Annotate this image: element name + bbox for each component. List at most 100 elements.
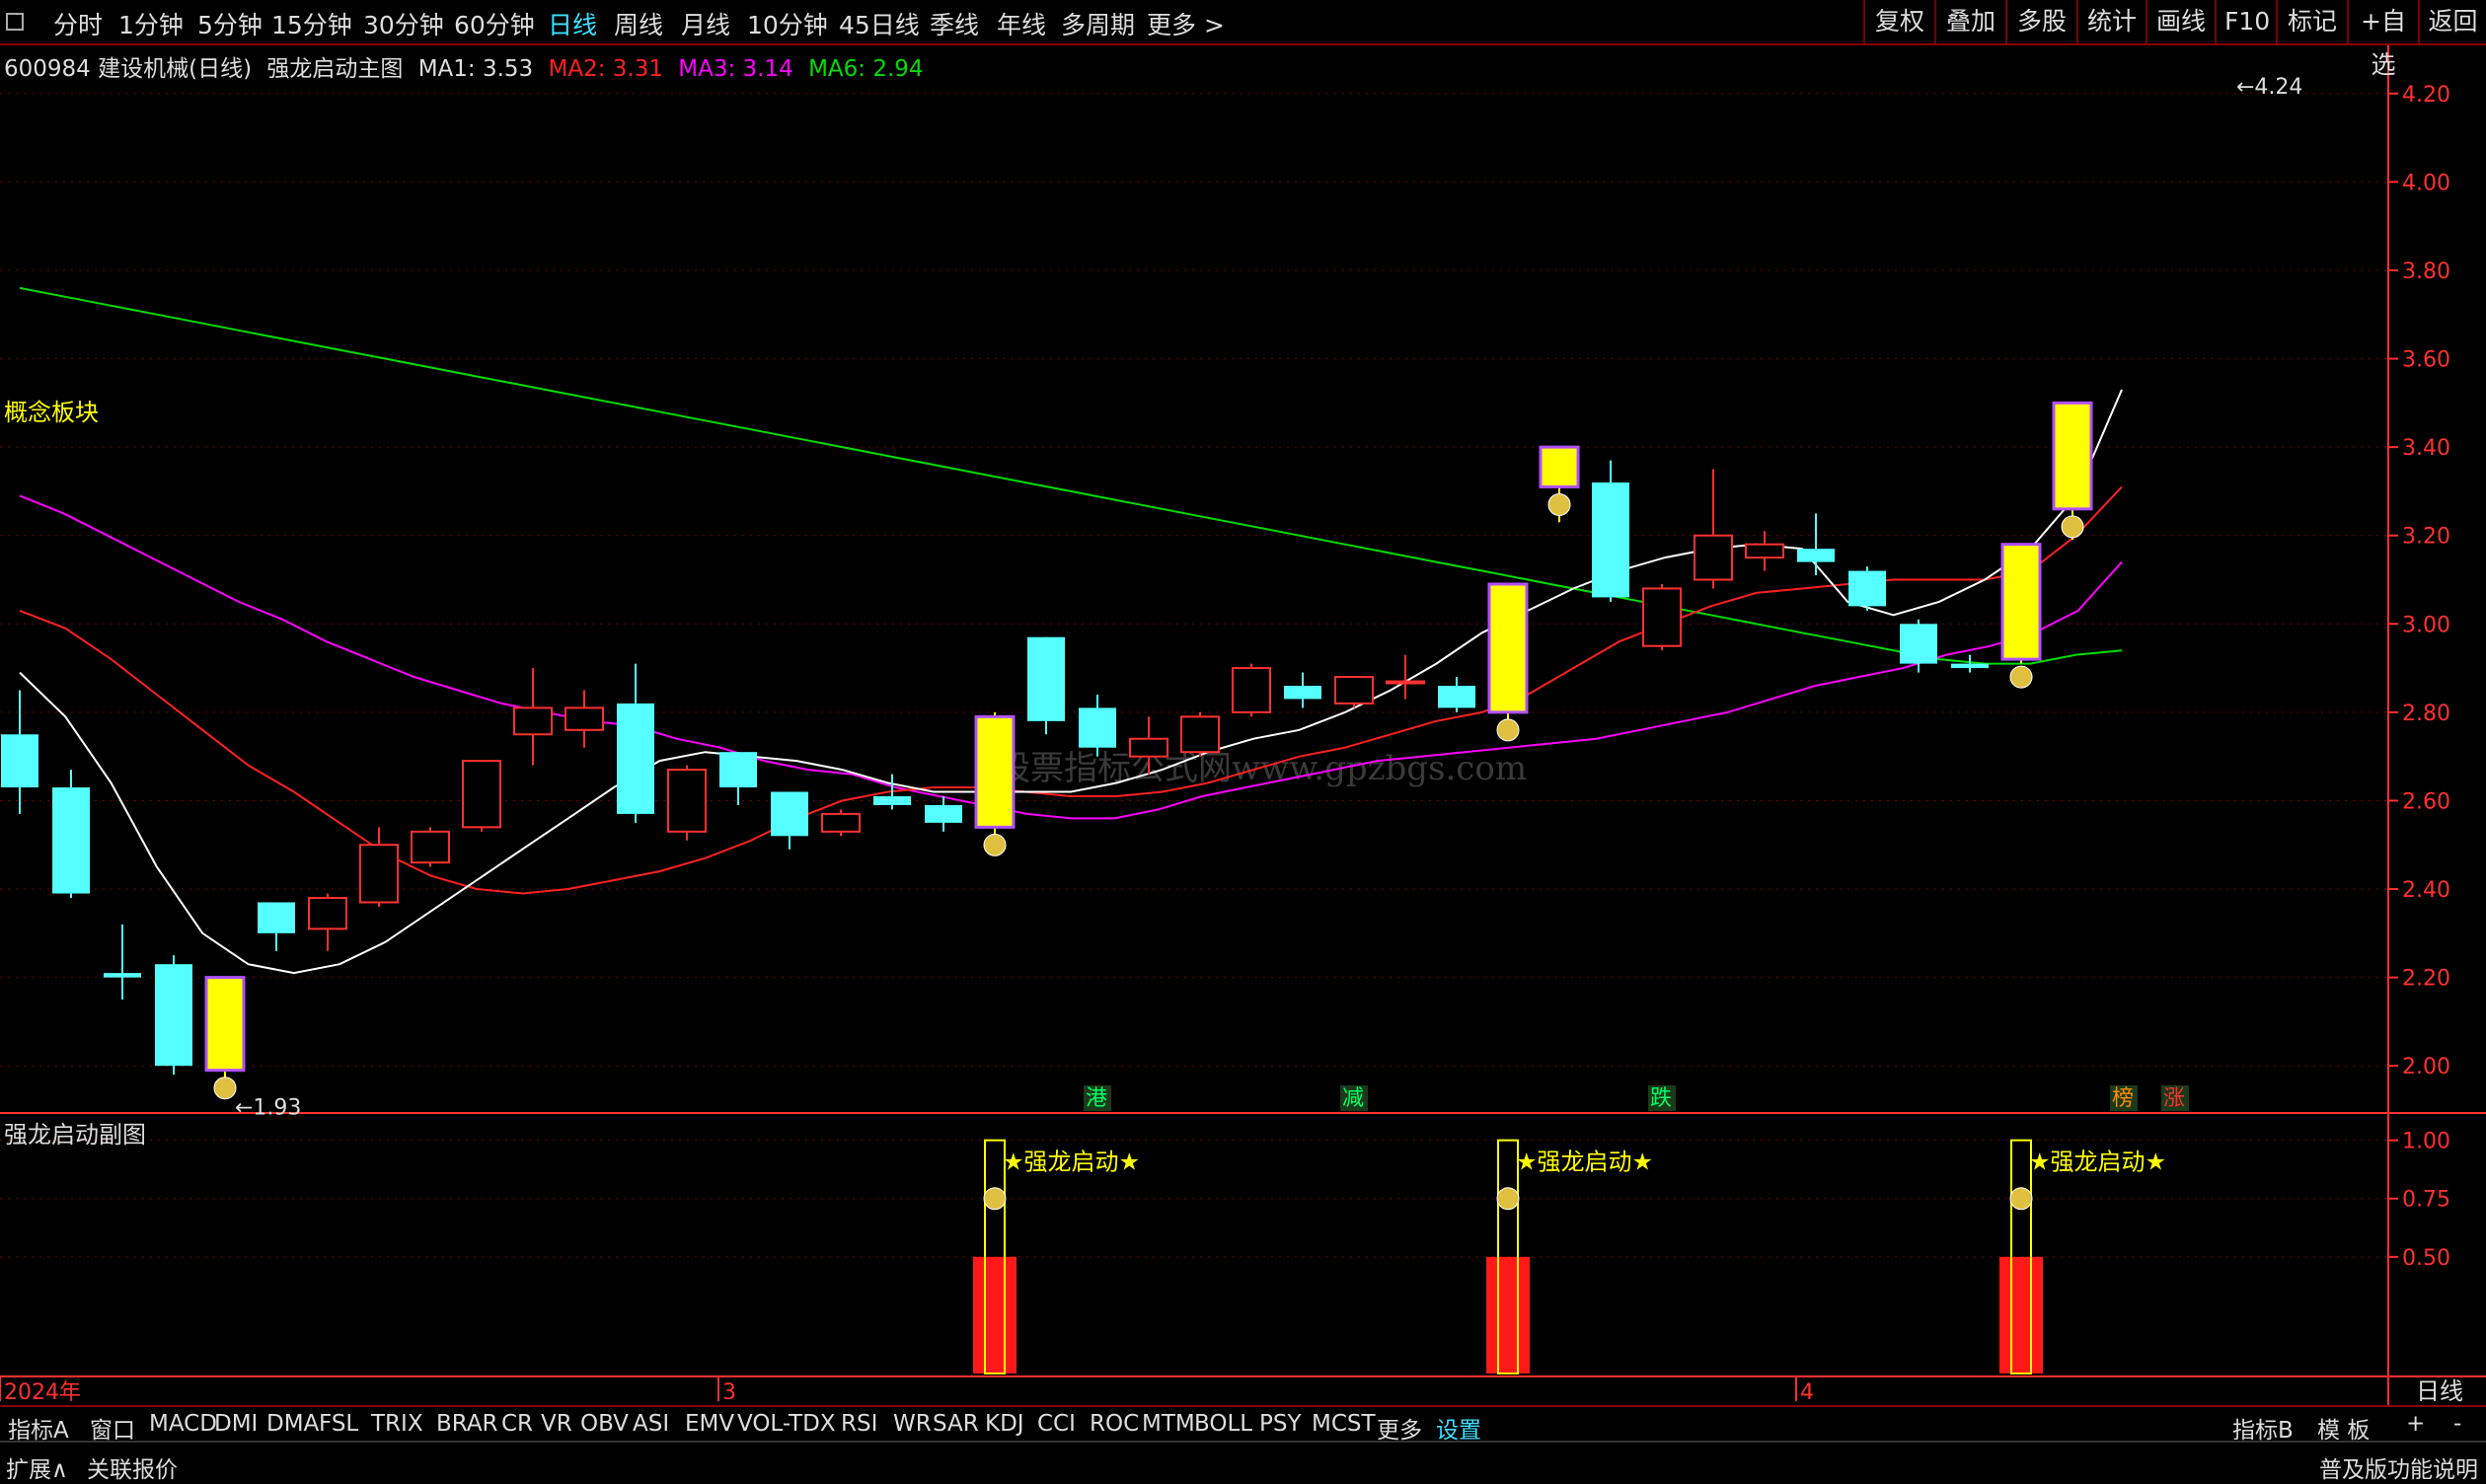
candle-body-16: [821, 812, 861, 833]
bottom-right-btn-0[interactable]: 指标B: [2232, 1411, 2294, 1445]
toolbar-btn-2[interactable]: 多股: [2005, 0, 2076, 43]
money-bag-icon-29: [1496, 718, 1520, 742]
period-8[interactable]: 月线: [681, 6, 730, 41]
sub-money-icon-2: [2009, 1187, 2033, 1211]
xlabel-1: 3: [722, 1380, 736, 1405]
period-13[interactable]: 多周期: [1061, 6, 1135, 41]
period-3[interactable]: 15分钟: [271, 6, 352, 41]
sub-signal-label-2: ★强龙启动★: [2029, 1149, 2166, 1176]
status-bar: 扩展∧ 关联报价 普及版功能说明: [0, 1441, 2486, 1484]
ma6-line: [19, 286, 2123, 665]
candle-body-18: [925, 804, 962, 823]
indicator-tab-23[interactable]: MCST: [1312, 1411, 1376, 1437]
period-9[interactable]: 10分钟: [747, 6, 828, 41]
indicator-tab-11[interactable]: ASI: [633, 1411, 669, 1437]
period-4[interactable]: 30分钟: [363, 6, 444, 41]
period-14[interactable]: 更多 >: [1147, 6, 1225, 41]
chart-canvas[interactable]: 股票指标公式网www.gpzbgs.com2.002.202.402.602.8…: [0, 0, 2486, 1481]
candle-body-8: [411, 830, 450, 864]
indicator-tab-19[interactable]: ROC: [1090, 1411, 1139, 1437]
toolbar-btn-0[interactable]: 复权: [1863, 0, 1934, 43]
period-10[interactable]: 45日线: [839, 6, 920, 41]
candle-body-7: [359, 844, 399, 904]
indicator-tab-22[interactable]: PSY: [1259, 1411, 1302, 1437]
sub-money-icon-0: [983, 1187, 1007, 1211]
toolbar-btn-5[interactable]: F10: [2215, 0, 2276, 43]
indicator-tab-16[interactable]: SAR: [933, 1411, 979, 1437]
indicator-tab-5[interactable]: FSL: [319, 1411, 358, 1437]
indicator-tab-7[interactable]: BRAR: [436, 1411, 498, 1437]
indicator-tab-10[interactable]: OBV: [580, 1411, 629, 1437]
indicator-tab-9[interactable]: VR: [541, 1411, 572, 1437]
toolbar-btn-1[interactable]: 叠加: [1934, 0, 2005, 43]
indicator-tab-18[interactable]: CCI: [1037, 1411, 1076, 1437]
toolbar-btn-8[interactable]: 返回: [2418, 0, 2486, 43]
related-quote-button[interactable]: 关联报价: [87, 1450, 178, 1484]
ma2-line: [19, 485, 2123, 895]
period-12[interactable]: 年线: [997, 6, 1046, 41]
candle-body-1: [52, 787, 90, 894]
indicator-name[interactable]: 强龙启动主图: [266, 56, 403, 82]
expand-button[interactable]: 扩展∧: [6, 1450, 68, 1484]
main-ytick-0: 2.00: [2402, 1055, 2450, 1079]
indicator-tab-6[interactable]: TRIX: [371, 1411, 423, 1437]
main-ytick-10: 4.00: [2402, 171, 2450, 195]
sub-chart-title[interactable]: 强龙启动副图: [4, 1115, 146, 1150]
indicator-tab-2[interactable]: MACD: [149, 1411, 217, 1437]
period-1[interactable]: 1分钟: [118, 6, 184, 41]
period-0[interactable]: 分时: [53, 6, 103, 41]
indicator-tab-17[interactable]: KDJ: [985, 1411, 1024, 1437]
indicator-tab-1[interactable]: 窗口: [90, 1411, 135, 1445]
bottom-right-btn-2[interactable]: +: [2406, 1411, 2425, 1437]
indicator-tab-12[interactable]: EMV: [685, 1411, 734, 1437]
main-ytick-2: 2.40: [2402, 878, 2450, 903]
candle-body-28: [1438, 686, 1475, 708]
indicator-tab-25[interactable]: 设置: [1436, 1411, 1481, 1445]
money-bag-icon-4: [213, 1076, 237, 1100]
sub-ytick-1: 0.75: [2402, 1188, 2450, 1213]
toolbar-btn-6[interactable]: 标记: [2276, 0, 2347, 43]
main-ytick-3: 2.60: [2402, 789, 2450, 814]
indicator-tab-14[interactable]: RSI: [841, 1411, 877, 1437]
period-toolbar: 分时 1分钟 5分钟 15分钟 30分钟 60分钟 日线 周线 月线 10分钟 45日线 季线 年线 多周…: [0, 0, 2486, 79]
indicator-tab-13[interactable]: VOL-TDX: [737, 1411, 836, 1437]
candle-body-32: [1642, 587, 1682, 647]
candle-body-38: [1951, 663, 1989, 669]
indicator-tab-21[interactable]: BOLL: [1194, 1411, 1252, 1437]
period-11[interactable]: 季线: [930, 6, 979, 41]
toolbar-btn-4[interactable]: 画线: [2146, 0, 2215, 43]
ma3-value: MA3: 3.14: [678, 56, 793, 82]
period-2[interactable]: 5分钟: [197, 6, 263, 41]
bottom-right-btn-1[interactable]: 模 板: [2317, 1411, 2370, 1445]
indicator-tab-20[interactable]: MTM: [1142, 1411, 1195, 1437]
main-ytick-11: 4.20: [2402, 83, 2450, 108]
period-7[interactable]: 周线: [614, 6, 663, 41]
candle-body-37: [1900, 624, 1937, 664]
event-label-0: 港: [1086, 1086, 1107, 1111]
indicator-tab-0[interactable]: 指标A: [8, 1411, 69, 1445]
indicator-tab-3[interactable]: DMI: [214, 1411, 258, 1437]
candle-body-21: [1079, 707, 1116, 748]
indicator-tab-15[interactable]: WR: [893, 1411, 932, 1437]
bottom-right-btn-3[interactable]: -: [2453, 1411, 2461, 1437]
layout-toggle-icon[interactable]: [6, 6, 24, 35]
price-annotation-0: ←1.93: [235, 1096, 301, 1121]
feature-info-link[interactable]: 普及版功能说明: [2319, 1450, 2478, 1484]
candle-body-22: [1129, 737, 1168, 758]
indicator-tab-4[interactable]: DMA: [266, 1411, 319, 1437]
main-ytick-9: 3.80: [2402, 260, 2450, 284]
toolbar-btn-7[interactable]: +自选: [2347, 0, 2418, 79]
sub-signal-label-0: ★强龙启动★: [1003, 1149, 1140, 1176]
concept-sector-label[interactable]: 概念板块: [4, 393, 99, 427]
money-bag-icon-40: [2061, 515, 2084, 539]
candle-body-4: [204, 976, 246, 1073]
indicator-tab-8[interactable]: CR: [501, 1411, 533, 1437]
money-bag-icon-39: [2009, 665, 2033, 689]
period-6[interactable]: 日线: [548, 6, 597, 41]
candle-body-12: [617, 703, 654, 814]
toolbar-btn-3[interactable]: 统计: [2076, 0, 2146, 43]
sub-ytick-2: 1.00: [2402, 1130, 2450, 1154]
indicator-tab-24[interactable]: 更多: [1377, 1411, 1422, 1445]
period-5[interactable]: 60分钟: [454, 6, 535, 41]
candle-body-26: [1334, 676, 1374, 705]
